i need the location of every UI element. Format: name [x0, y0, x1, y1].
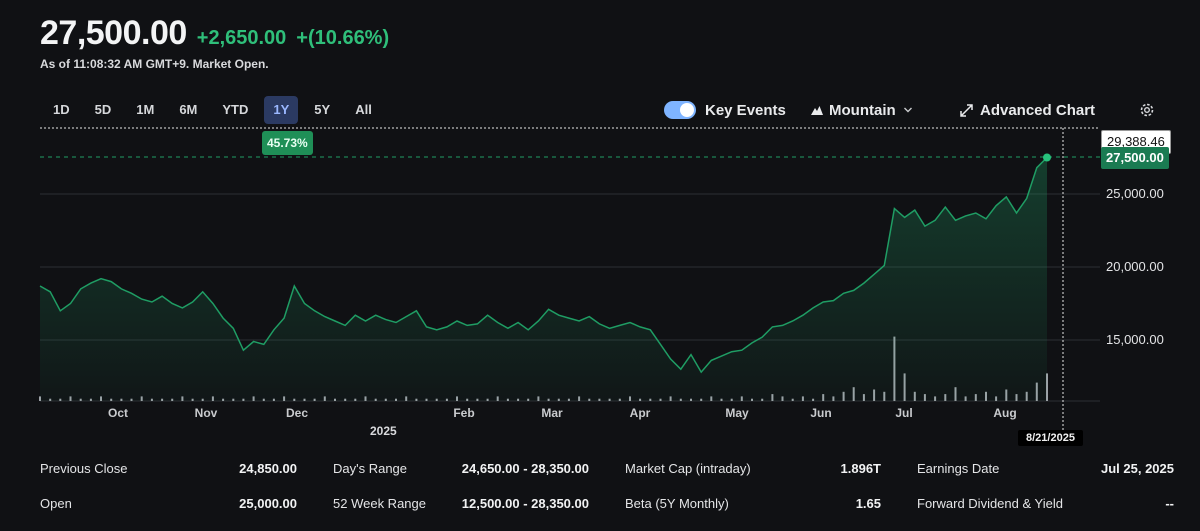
stat-label: Forward Dividend & Yield	[917, 496, 1063, 511]
stat-label: Market Cap (intraday)	[625, 461, 751, 476]
stat-label: Earnings Date	[917, 461, 1000, 476]
stat-value: 12,500.00 - 28,350.00	[461, 496, 589, 511]
stat-value: 1.65	[855, 496, 881, 511]
stat-row: Earnings Date Jul 25, 2025	[917, 461, 1174, 496]
y-tick-label: 25,000.00	[1106, 186, 1164, 201]
y-tick-label: 15,000.00	[1106, 332, 1164, 347]
x-tick-label: Dec	[285, 406, 309, 420]
y-tick-label: 20,000.00	[1106, 259, 1164, 274]
crosshair-date-tag: 8/21/2025	[1018, 430, 1083, 446]
stats-column: Previous Close 24,850.00 Open 25,000.00	[40, 461, 297, 531]
stat-row: Forward Dividend & Yield --	[917, 496, 1174, 531]
stats-column: Market Cap (intraday) 1.896T Beta (5Y Mon…	[625, 461, 881, 531]
stat-row: Market Cap (intraday) 1.896T	[625, 461, 881, 496]
stat-row: Day's Range 24,650.00 - 28,350.00	[333, 461, 589, 496]
stat-value: 25,000.00	[239, 496, 297, 511]
x-tick-label: May	[725, 406, 749, 420]
stat-label: Previous Close	[40, 461, 128, 476]
stat-label: Day's Range	[333, 461, 408, 476]
stats-column: Day's Range 24,650.00 - 28,350.00 52 Week…	[333, 461, 589, 531]
stat-value: 24,850.00	[239, 461, 297, 476]
x-tick-label: Apr	[629, 406, 651, 420]
stat-value: 24,650.00 - 28,350.00	[461, 461, 589, 476]
stat-value: 1.896T	[840, 461, 881, 476]
x-tick-label: Nov	[194, 406, 218, 420]
stat-value: Jul 25, 2025	[1101, 461, 1174, 476]
x-tick-label: Jun	[810, 406, 832, 420]
stat-value: --	[1165, 496, 1174, 511]
last-price-dot	[1043, 153, 1051, 162]
stat-label: Beta (5Y Monthly)	[625, 496, 729, 511]
last-price-tag: 27,500.00	[1101, 147, 1169, 169]
x-tick-label: Mar	[541, 406, 563, 420]
stats-column: Earnings Date Jul 25, 2025 Forward Divide…	[917, 461, 1174, 531]
year-label: 2025	[370, 424, 397, 438]
x-tick-label: Aug	[993, 406, 1017, 420]
stat-row: Previous Close 24,850.00	[40, 461, 297, 496]
x-tick-label: Feb	[453, 406, 475, 420]
stat-row: 52 Week Range 12,500.00 - 28,350.00	[333, 496, 589, 531]
stat-row: Open 25,000.00	[40, 496, 297, 531]
stat-label: 52 Week Range	[333, 496, 426, 511]
range-change-badge: 45.73%	[262, 131, 313, 155]
x-tick-label: Oct	[107, 406, 129, 420]
stat-row: Beta (5Y Monthly) 1.65	[625, 496, 881, 531]
stat-label: Open	[40, 496, 72, 511]
x-tick-label: Jul	[895, 406, 913, 420]
